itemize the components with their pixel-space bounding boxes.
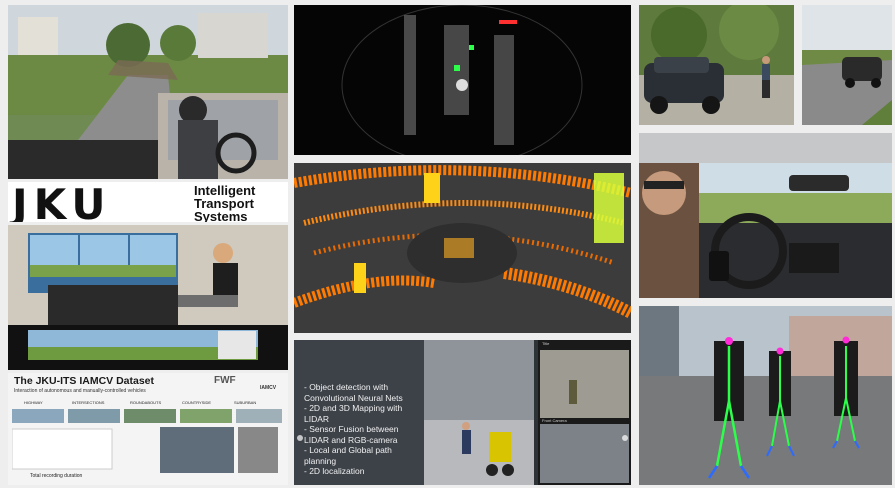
robot-feature-line: planning	[304, 455, 337, 466]
robot-feature-line: - Object detection with	[304, 382, 389, 392]
brand-fwf: FWF	[214, 375, 236, 386]
ar-driving-scene	[8, 5, 288, 179]
jku-logo-tile: JKU Intelligent Transport Systems	[8, 182, 288, 222]
view-label-title: Title	[542, 341, 550, 346]
robot-feature-list: - Object detection with Convolutional Ne…	[304, 382, 424, 477]
category-suburban: SUBURBAN	[234, 400, 257, 405]
pose-estimation-tile	[639, 306, 892, 485]
car-road-scene	[802, 5, 892, 125]
pointcloud-scene	[294, 163, 631, 333]
category-highway: HIGHWAY	[24, 400, 43, 405]
robot-feature-line: LIDAR	[304, 413, 330, 424]
view-label-front-camera: Front Camera	[542, 418, 567, 423]
car-road-tile	[802, 5, 892, 125]
dataset-poster-tile: The JKU-ITS IAMCV Dataset Interaction of…	[8, 373, 288, 485]
poster-footer: Total recording duration	[30, 473, 83, 479]
simulator-scene	[8, 225, 288, 370]
car-interior-tile	[639, 133, 892, 298]
pointcloud-tile	[294, 163, 631, 333]
poster-subtitle: Interaction of autonomous and manually-c…	[14, 388, 146, 394]
robot-feature-line: Convolutional Neural Nets	[304, 392, 403, 403]
jku-logo-letters: JKU	[12, 182, 112, 222]
lidar-map-scene	[341, 5, 583, 155]
category-roundabouts: ROUNDABOUTS	[130, 400, 162, 405]
poster-title: The JKU-ITS IAMCV Dataset	[14, 375, 155, 387]
suv-scene	[639, 5, 794, 125]
robot-platform-tile: - Object detection with Convolutional Ne…	[294, 340, 631, 485]
brand-iamcv: IAMCV	[260, 385, 277, 391]
robot-feature-line: - Sensor Fusion between	[304, 424, 399, 434]
robot-feature-line: - 2D and 3D Mapping with	[304, 403, 403, 413]
robot-feature-line: - Local and Global path	[304, 445, 392, 455]
robot-feature-line: LIDAR and RGB-camera	[304, 434, 398, 445]
category-countryside: COUNTRYSIDE	[182, 400, 212, 405]
poster-thumbnails	[12, 409, 282, 473]
logo-line-3: Systems	[194, 209, 248, 222]
category-intersections: INTERSECTIONS	[72, 400, 105, 405]
ar-driving-tile	[8, 5, 288, 179]
driving-simulator-tile	[8, 225, 288, 370]
robot-feature-line: - 2D localization	[304, 466, 365, 476]
suv-pedestrian-tile	[639, 5, 794, 125]
lidar-map-tile	[294, 5, 631, 155]
pose-estimation-scene	[639, 306, 892, 485]
car-interior-scene	[639, 133, 892, 298]
